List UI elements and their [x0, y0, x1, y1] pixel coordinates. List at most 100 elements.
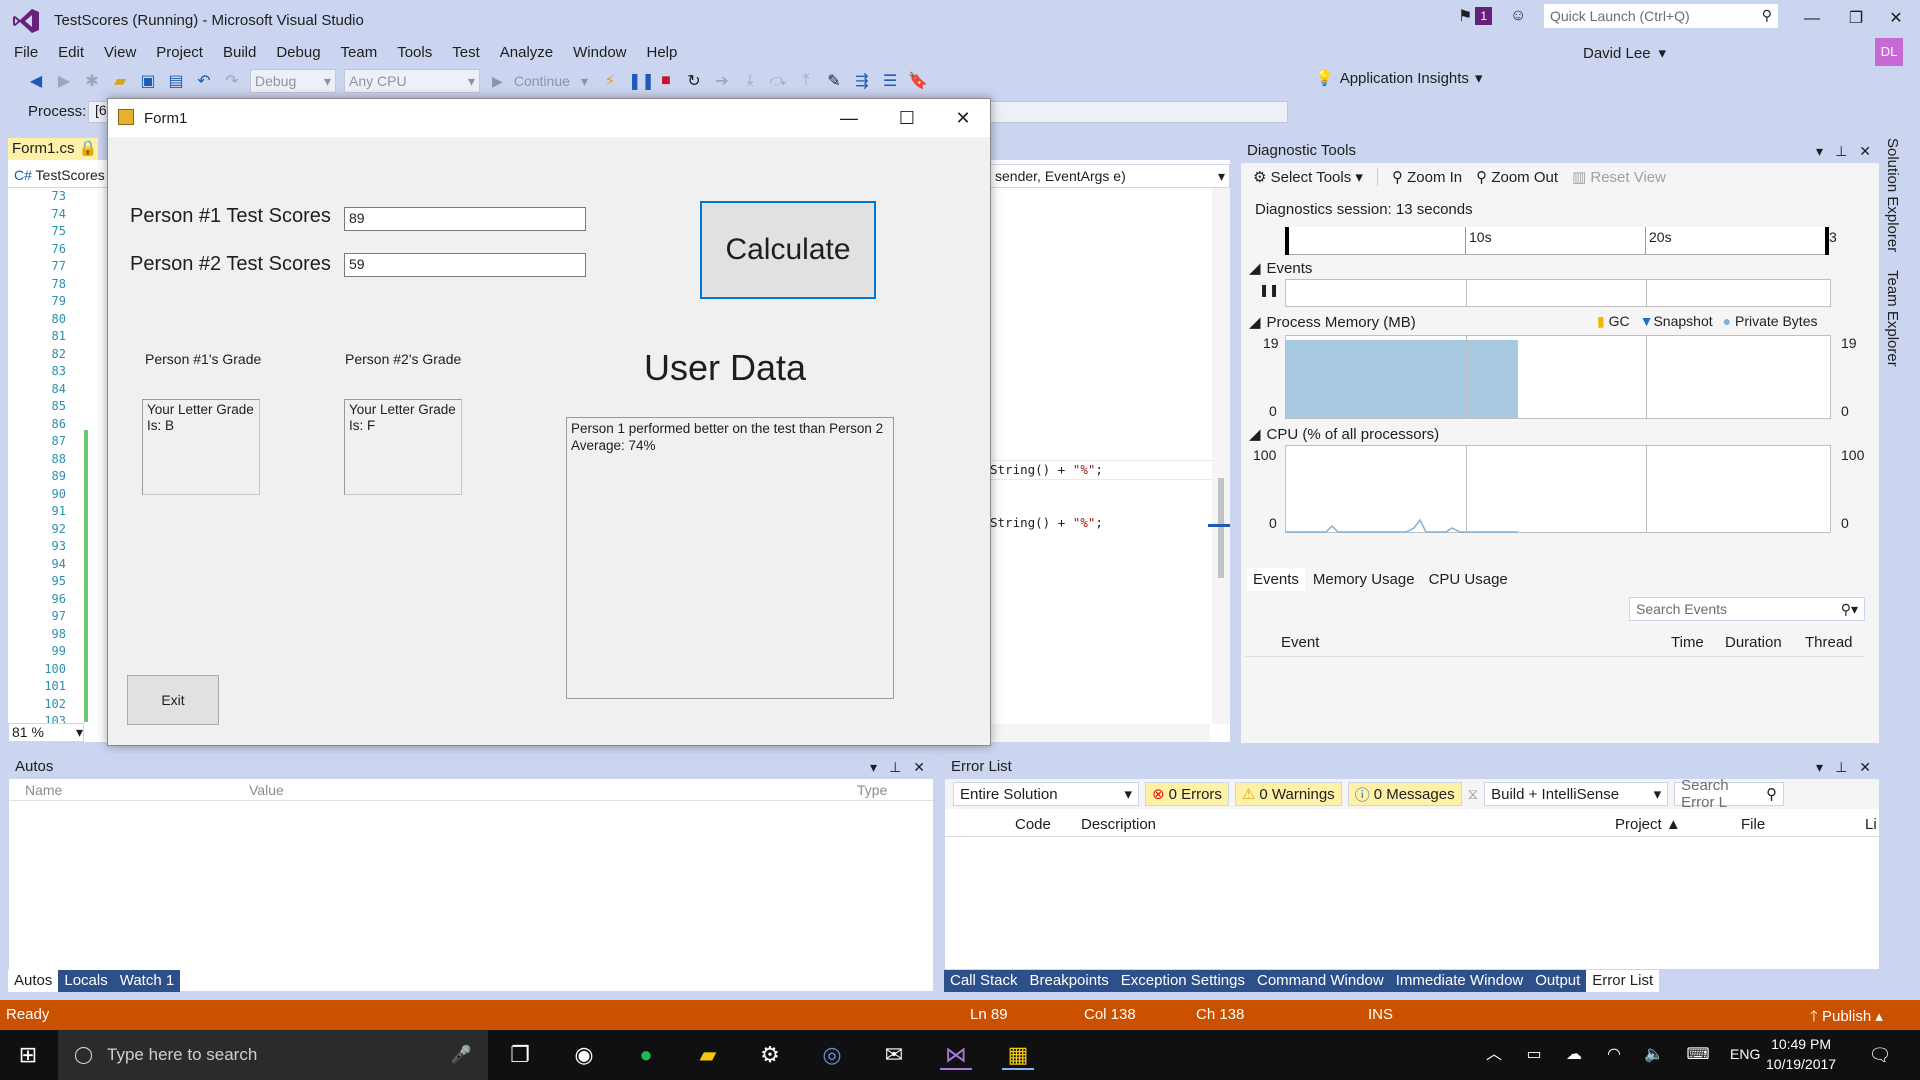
- battery-icon[interactable]: ▭: [1518, 1040, 1550, 1070]
- method-dropdown[interactable]: sender, EventArgs e) ▾: [990, 164, 1230, 188]
- windows-start-icon[interactable]: ⊞: [12, 1040, 44, 1070]
- chevron-down-icon[interactable]: ▾: [870, 755, 877, 779]
- close-icon[interactable]: ✕: [1859, 755, 1871, 779]
- tab-exception-settings[interactable]: Exception Settings: [1114, 970, 1251, 992]
- chevron-down-icon[interactable]: ▾: [1816, 139, 1823, 163]
- column-value[interactable]: Value: [249, 782, 284, 798]
- comment-icon[interactable]: ☰: [880, 71, 900, 91]
- menu-team[interactable]: Team: [331, 44, 388, 61]
- tab-immediate-window[interactable]: Immediate Window: [1389, 970, 1530, 992]
- language-indicator[interactable]: ENG: [1730, 1046, 1760, 1062]
- menu-test[interactable]: Test: [442, 44, 490, 61]
- close-button[interactable]: ✕: [1880, 6, 1912, 32]
- bookmark-icon[interactable]: 🔖: [908, 71, 928, 91]
- tab-watch-1[interactable]: Watch 1: [113, 970, 181, 992]
- back-icon[interactable]: ◀: [26, 71, 46, 91]
- visual-studio-taskbar-icon[interactable]: ⋈: [940, 1040, 972, 1070]
- save-all-icon[interactable]: ▤: [166, 71, 186, 91]
- messages-filter-button[interactable]: ⓘ 0 Messages: [1347, 782, 1462, 806]
- events-track[interactable]: [1285, 279, 1831, 307]
- tab-team-explorer[interactable]: Team Explorer: [1884, 266, 1901, 371]
- minimize-button[interactable]: —: [1796, 6, 1828, 32]
- menu-file[interactable]: File: [4, 44, 48, 61]
- vertical-scrollbar[interactable]: [1208, 188, 1230, 724]
- restore-button[interactable]: ❐: [1840, 6, 1872, 32]
- column-duration[interactable]: Duration: [1725, 634, 1782, 651]
- taskbar-clock[interactable]: 10:49 PM 10/19/2017: [1766, 1034, 1836, 1074]
- column-type[interactable]: Type: [857, 782, 887, 798]
- timeline-ruler[interactable]: 10s 20s 3: [1285, 227, 1837, 255]
- errors-filter-button[interactable]: ⊗ 0 Errors: [1145, 782, 1229, 806]
- step-out-icon[interactable]: ⤒: [796, 72, 816, 90]
- form-minimize-button[interactable]: —: [826, 105, 872, 131]
- zoom-level-select[interactable]: 81 % ▾: [8, 723, 84, 742]
- tab-events[interactable]: Events: [1247, 567, 1305, 591]
- tab-autos[interactable]: Autos: [8, 970, 59, 992]
- tab-call-stack[interactable]: Call Stack: [944, 970, 1024, 992]
- memory-section-header[interactable]: ◢ Process Memory (MB): [1249, 313, 1416, 332]
- quick-launch-input[interactable]: Quick Launch (Ctrl+Q) ⚲: [1543, 3, 1779, 29]
- search-events-input[interactable]: Search Events ⚲▾: [1629, 597, 1865, 621]
- form-app-taskbar-icon[interactable]: ▦: [1002, 1040, 1034, 1070]
- task-view-icon[interactable]: ❐: [504, 1040, 536, 1070]
- zoom-in-button[interactable]: ⚲ Zoom In: [1392, 168, 1462, 186]
- pin-icon[interactable]: ⊥: [889, 755, 901, 779]
- pin-icon[interactable]: ⊥: [1835, 139, 1847, 163]
- menu-analyze[interactable]: Analyze: [490, 44, 563, 61]
- redo-icon[interactable]: ↷: [222, 71, 242, 91]
- save-icon[interactable]: ▣: [138, 71, 158, 91]
- spotify-icon[interactable]: ●: [630, 1040, 662, 1070]
- feedback-icon[interactable]: ☺: [1510, 7, 1526, 25]
- memory-graph[interactable]: [1285, 335, 1831, 419]
- pause-icon[interactable]: ❚❚: [1259, 283, 1279, 297]
- zoom-out-button[interactable]: ⚲ Zoom Out: [1476, 168, 1558, 186]
- menu-debug[interactable]: Debug: [266, 44, 330, 61]
- clear-filter-icon[interactable]: ⧖: [1468, 786, 1479, 803]
- mail-icon[interactable]: ✉: [878, 1040, 910, 1070]
- code-line[interactable]: String() + "%";: [990, 462, 1103, 477]
- pin-icon[interactable]: 🔒: [79, 140, 98, 157]
- undo-icon[interactable]: ↶: [194, 71, 214, 91]
- form-maximize-button[interactable]: ☐: [884, 105, 930, 131]
- file-explorer-icon[interactable]: ▰: [692, 1040, 724, 1070]
- person1-scores-input[interactable]: 89: [344, 207, 586, 231]
- menu-project[interactable]: Project: [146, 44, 213, 61]
- tab-form1-cs[interactable]: Form1.cs 🔒: [8, 138, 98, 160]
- tab-locals[interactable]: Locals: [58, 970, 114, 992]
- select-tools-button[interactable]: ⚙ Select Tools ▾: [1253, 168, 1363, 186]
- column-event[interactable]: Event: [1281, 634, 1319, 651]
- threads-icon[interactable]: ⇶: [852, 71, 872, 91]
- close-icon[interactable]: ✕: [1859, 139, 1871, 163]
- menu-edit[interactable]: Edit: [48, 44, 94, 61]
- new-project-icon[interactable]: ✱: [82, 71, 102, 91]
- person2-scores-input[interactable]: 59: [344, 253, 586, 277]
- close-icon[interactable]: ✕: [913, 755, 925, 779]
- lightning-icon[interactable]: ⚡: [600, 71, 620, 91]
- events-section-header[interactable]: ◢ Events: [1249, 259, 1312, 278]
- keyboard-icon[interactable]: ⌨: [1682, 1040, 1714, 1070]
- menu-build[interactable]: Build: [213, 44, 266, 61]
- column-description[interactable]: Description: [1081, 816, 1156, 833]
- continue-button[interactable]: ▶ Continue ▾: [488, 69, 592, 93]
- reset-view-button[interactable]: ▥ Reset View: [1572, 168, 1666, 186]
- menu-help[interactable]: Help: [637, 44, 688, 61]
- step-over-icon[interactable]: ⤼: [768, 72, 788, 90]
- discord-icon[interactable]: ◎: [816, 1040, 848, 1070]
- chevron-up-icon[interactable]: ︿: [1478, 1040, 1510, 1070]
- notifications-flag[interactable]: ⚑ 1: [1458, 6, 1493, 26]
- pin-icon[interactable]: ⊥: [1835, 755, 1847, 779]
- cpu-graph[interactable]: [1285, 445, 1831, 533]
- exit-button[interactable]: Exit: [127, 675, 219, 725]
- onedrive-icon[interactable]: ☁: [1558, 1040, 1590, 1070]
- chrome-icon[interactable]: ◉: [568, 1040, 600, 1070]
- calculate-button[interactable]: Calculate: [700, 201, 876, 299]
- menu-tools[interactable]: Tools: [387, 44, 442, 61]
- publish-button[interactable]: 🡑 Publish ▴: [1810, 1006, 1883, 1031]
- scope-select[interactable]: Entire Solution ▾: [953, 782, 1139, 806]
- platform-select[interactable]: Any CPU ▾: [344, 69, 480, 93]
- column-project[interactable]: Project ▲: [1615, 816, 1681, 833]
- action-center-icon[interactable]: 🗨: [1864, 1040, 1896, 1070]
- tab-error-list[interactable]: Error List: [1586, 970, 1660, 992]
- hex-display-icon[interactable]: ✎: [824, 71, 844, 91]
- menu-view[interactable]: View: [94, 44, 146, 61]
